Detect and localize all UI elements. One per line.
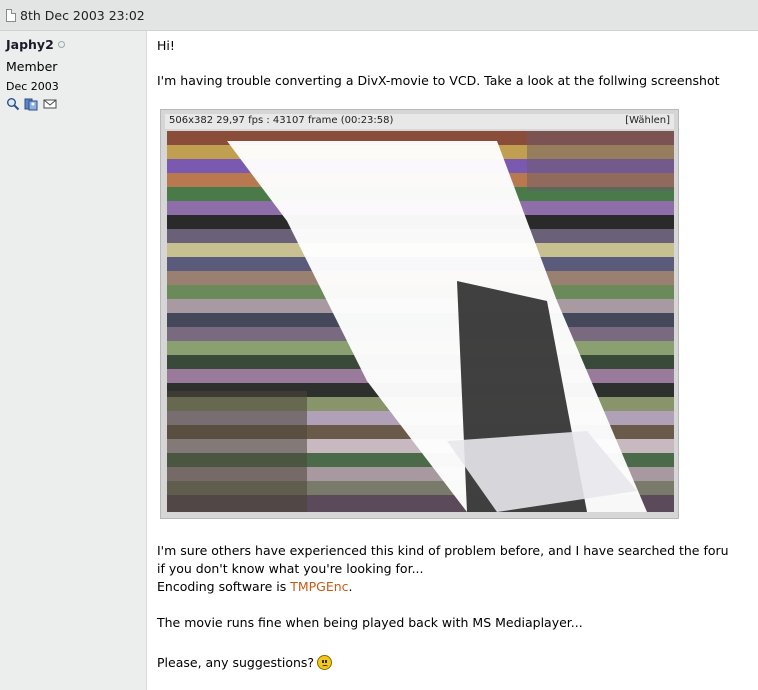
choose-button: [Wählen] bbox=[625, 115, 670, 126]
offline-status-icon bbox=[58, 41, 65, 48]
message-line-5: The movie runs fine when being played ba… bbox=[157, 615, 583, 630]
corrupted-frame-graphic bbox=[167, 131, 674, 512]
message-line-4: Encoding software is TMPGEnc. bbox=[157, 579, 353, 594]
message-line-6: Please, any suggestions? bbox=[157, 655, 333, 670]
join-date: Dec 2003 bbox=[6, 80, 59, 93]
frown-smiley-icon bbox=[317, 655, 333, 670]
user-title: Member bbox=[6, 59, 58, 74]
email-icon[interactable] bbox=[43, 97, 57, 111]
question-text: Please, any suggestions? bbox=[157, 655, 315, 670]
message-line-1: I'm having trouble converting a DivX-mov… bbox=[157, 73, 720, 88]
user-action-icons bbox=[6, 97, 66, 111]
post-header: 8th Dec 2003 23:02 bbox=[0, 0, 758, 31]
message-line-2: I'm sure others have experienced this ki… bbox=[157, 543, 729, 558]
greeting-text: Hi! bbox=[157, 38, 175, 53]
post-date: 8th Dec 2003 23:02 bbox=[20, 8, 145, 23]
line4-suffix: . bbox=[348, 579, 353, 594]
user-sidebar: Japhy2 Member Dec 2003 bbox=[0, 31, 147, 690]
encoding-label: Encoding software is bbox=[157, 579, 291, 594]
username-link[interactable]: Japhy2 bbox=[6, 37, 54, 52]
post-icon bbox=[6, 9, 16, 22]
video-info-text: 506x382 29,97 fps : 43107 frame (00:23:5… bbox=[169, 115, 394, 126]
screenshot-image: 506x382 29,97 fps : 43107 frame (00:23:5… bbox=[160, 109, 679, 519]
screenshot-titlebar: 506x382 29,97 fps : 43107 frame (00:23:5… bbox=[165, 114, 674, 129]
corrupted-video-frame bbox=[167, 131, 674, 512]
message-line-3: if you don't know what you're looking fo… bbox=[157, 561, 424, 576]
contacts-icon[interactable] bbox=[24, 97, 38, 111]
tmpgenc-link[interactable]: TMPGEnc bbox=[290, 579, 348, 594]
search-posts-icon[interactable] bbox=[6, 97, 20, 111]
